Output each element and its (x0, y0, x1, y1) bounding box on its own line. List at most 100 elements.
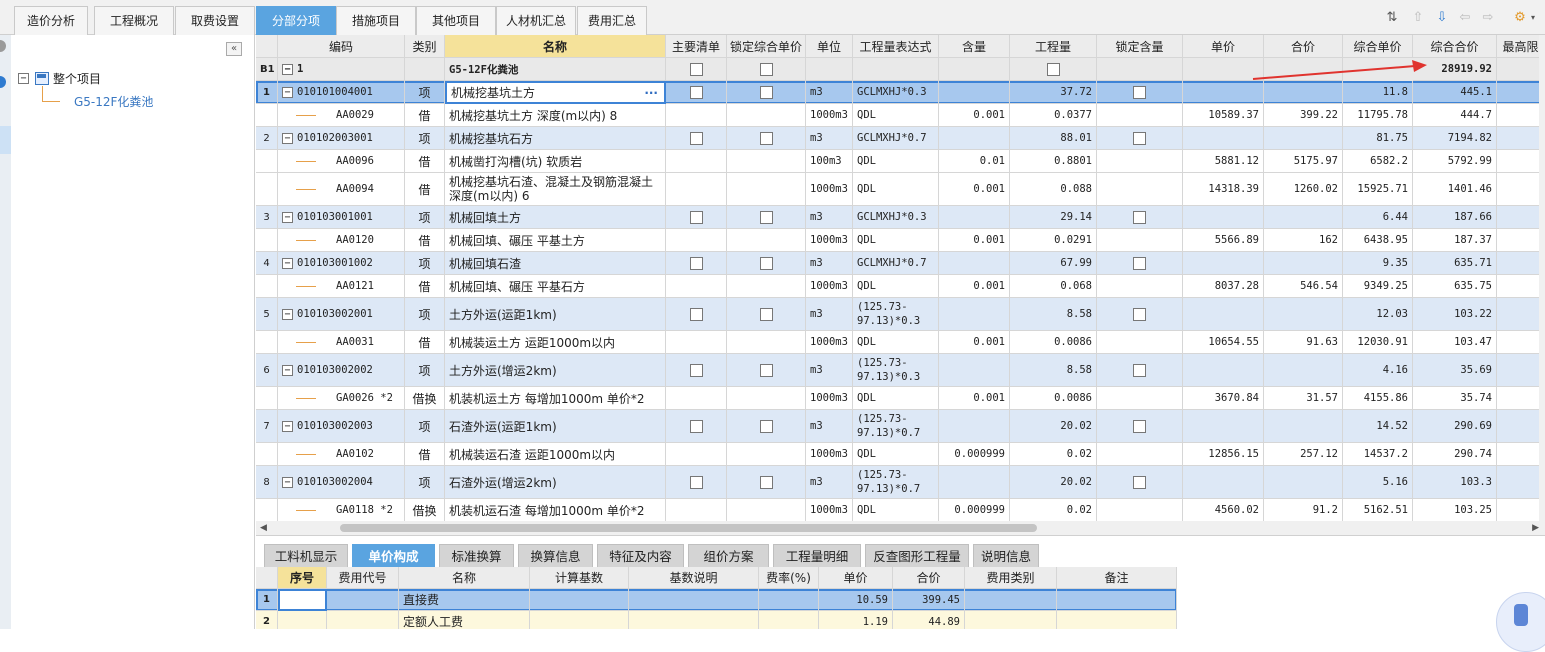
column-header[interactable]: 备注 (1057, 567, 1177, 589)
quantity-cell[interactable]: 8.58 (1010, 354, 1097, 387)
cost-row[interactable]: 1 直接费 10.59 399.45 (256, 589, 1177, 611)
quantity-cell[interactable]: 37.72 (1010, 81, 1097, 104)
name-cell[interactable]: 直接费 (399, 589, 530, 611)
checkbox[interactable] (689, 363, 703, 377)
column-header[interactable]: 序号 (278, 567, 327, 589)
code-cell[interactable]: AA0031 (278, 331, 405, 354)
column-header[interactable]: 费用类别 (965, 567, 1057, 589)
expression-cell[interactable]: QDL (853, 499, 939, 521)
checkbox[interactable] (759, 85, 773, 99)
expression-cell[interactable]: QDL (853, 331, 939, 354)
content-cell[interactable]: 0.001 (939, 104, 1010, 127)
seq-cell[interactable] (278, 611, 327, 629)
code-cell[interactable]: −010103001002 (278, 252, 405, 275)
lock-price-cell[interactable] (727, 81, 806, 104)
expression-cell[interactable]: GCLMXHJ*0.3 (853, 206, 939, 229)
checkbox[interactable] (759, 131, 773, 145)
detail-tab-7[interactable]: 反查图形工程量 (865, 544, 969, 568)
checkbox[interactable] (1133, 85, 1146, 99)
cost-row[interactable]: 2 定额人工费 1.19 44.89 (256, 611, 1177, 629)
code-cell[interactable]: −010102003001 (278, 127, 405, 150)
rate-cell[interactable] (759, 611, 819, 629)
content-cell[interactable]: 0.000999 (939, 499, 1010, 521)
lock-price-cell[interactable] (727, 410, 806, 443)
main-list-cell[interactable] (666, 466, 727, 499)
lock-content-cell[interactable] (1097, 298, 1183, 331)
expression-cell[interactable]: (125.73-97.13)*0.7 (853, 410, 939, 443)
quantity-cell[interactable]: 0.02 (1010, 499, 1097, 521)
base-cell[interactable] (530, 589, 629, 611)
checkbox[interactable] (1133, 131, 1146, 145)
tree-item-g5-12f[interactable]: G5-12F化粪池 (74, 93, 153, 110)
move-down-icon[interactable]: ⇩ (1434, 9, 1450, 25)
row-collapse-toggle[interactable]: − (282, 257, 293, 269)
expression-cell[interactable]: (125.73-97.13)*0.3 (853, 298, 939, 331)
expression-cell[interactable]: QDL (853, 173, 939, 206)
detail-tab-6[interactable]: 工程量明细 (773, 544, 861, 568)
name-cell[interactable]: 机械挖基坑土方 ··· (445, 81, 666, 104)
lock-price-cell[interactable] (727, 252, 806, 275)
expression-cell[interactable]: GCLMXHJ*0.3 (853, 81, 939, 104)
horizontal-scrollbar[interactable]: ◀ ▶ (256, 521, 1545, 535)
name-cell[interactable]: 机械挖基坑石渣、混凝土及钢筋混凝土深度(m以内) 6 (445, 173, 666, 206)
vertical-scrollbar[interactable] (1539, 35, 1545, 521)
detail-tab-4[interactable]: 特征及内容 (597, 544, 684, 568)
column-header[interactable]: 单价 (819, 567, 893, 589)
column-header[interactable]: 合价 (1264, 35, 1343, 58)
tab-1[interactable]: 工程概况 (94, 6, 174, 35)
code-cell[interactable]: −010103001001 (278, 206, 405, 229)
column-header[interactable]: 计算基数 (530, 567, 629, 589)
column-header[interactable]: 工程量 (1010, 35, 1097, 58)
expression-cell[interactable]: QDL (853, 275, 939, 298)
checkbox[interactable] (689, 256, 703, 270)
quantity-cell[interactable]: 0.0086 (1010, 387, 1097, 410)
main-list-cell[interactable] (666, 298, 727, 331)
category-cell[interactable] (965, 589, 1057, 611)
column-header[interactable]: 最高限 (1497, 35, 1545, 58)
name-cell[interactable]: 石渣外运(增运2km) (445, 466, 666, 499)
tab-4[interactable]: 措施项目 (336, 6, 416, 35)
checkbox[interactable] (1133, 210, 1146, 224)
quota-row[interactable]: AA0121 借机械回填、碾压 平基石方 1000m3 QDL 0.001 0.068 80… (256, 275, 1545, 298)
tab-0[interactable]: 造价分析 (14, 6, 88, 35)
checkbox[interactable] (1133, 256, 1146, 270)
quota-row[interactable]: AA0096 借机械凿打沟槽(坑) 软质岩 100m3 QDL 0.01 0.8801 58… (256, 150, 1545, 173)
collapse-panel-button[interactable]: « (226, 42, 242, 56)
main-list-cell[interactable] (666, 252, 727, 275)
code-cell[interactable]: −010103002001 (278, 298, 405, 331)
code-cell[interactable]: AA0096 (278, 150, 405, 173)
quantity-cell[interactable]: 0.8801 (1010, 150, 1097, 173)
bill-item-row[interactable]: 7−010103002003 项石渣外运(运距1km) m3 (125.73-97.1… (256, 410, 1545, 443)
content-cell[interactable]: 0.001 (939, 331, 1010, 354)
quantity-cell[interactable]: 0.068 (1010, 275, 1097, 298)
column-header[interactable]: 名称 (399, 567, 530, 589)
expression-cell[interactable]: QDL (853, 387, 939, 410)
checkbox[interactable] (1133, 419, 1146, 433)
main-list-cell[interactable] (666, 206, 727, 229)
quota-row[interactable]: AA0102 借机械装运石渣 运距1000m以内 1000m3 QDL 0.000999… (256, 443, 1545, 466)
name-cell[interactable]: 土方外运(增运2km) (445, 354, 666, 387)
detail-tab-8[interactable]: 说明信息 (973, 544, 1039, 568)
column-header[interactable]: 单位 (806, 35, 853, 58)
detail-tab-0[interactable]: 工料机显示 (264, 544, 348, 568)
quota-row[interactable]: GA0118 *2 借换 机装机运石渣 每增加1000m 单价*2 1000m3 QDL… (256, 499, 1545, 521)
name-cell[interactable]: 机械回填石渣 (445, 252, 666, 275)
detail-tab-2[interactable]: 标准换算 (439, 544, 514, 568)
move-top-icon[interactable]: ⇧ (1410, 9, 1426, 25)
checkbox[interactable] (759, 307, 773, 321)
name-cell[interactable]: 土方外运(运距1km) (445, 298, 666, 331)
code-cell[interactable]: GA0118 *2 (278, 499, 405, 521)
bill-item-row[interactable]: 5−010103002001 项土方外运(运距1km) m3 (125.73-97.1… (256, 298, 1545, 331)
lock-content-checkbox-cell[interactable] (1010, 58, 1097, 81)
expression-cell[interactable]: (125.73-97.13)*0.3 (853, 354, 939, 387)
main-list-cell[interactable] (666, 127, 727, 150)
checkbox[interactable] (689, 210, 703, 224)
move-left-icon[interactable]: ⇦ (1457, 9, 1473, 25)
toggle-columns-icon[interactable]: ⇅ (1384, 9, 1400, 25)
checkbox[interactable] (759, 475, 773, 489)
row-collapse-toggle[interactable]: − (282, 63, 293, 75)
base-cell[interactable] (530, 611, 629, 629)
expression-cell[interactable]: QDL (853, 104, 939, 127)
column-header[interactable]: 含量 (939, 35, 1010, 58)
lock-content-cell[interactable] (1097, 466, 1183, 499)
